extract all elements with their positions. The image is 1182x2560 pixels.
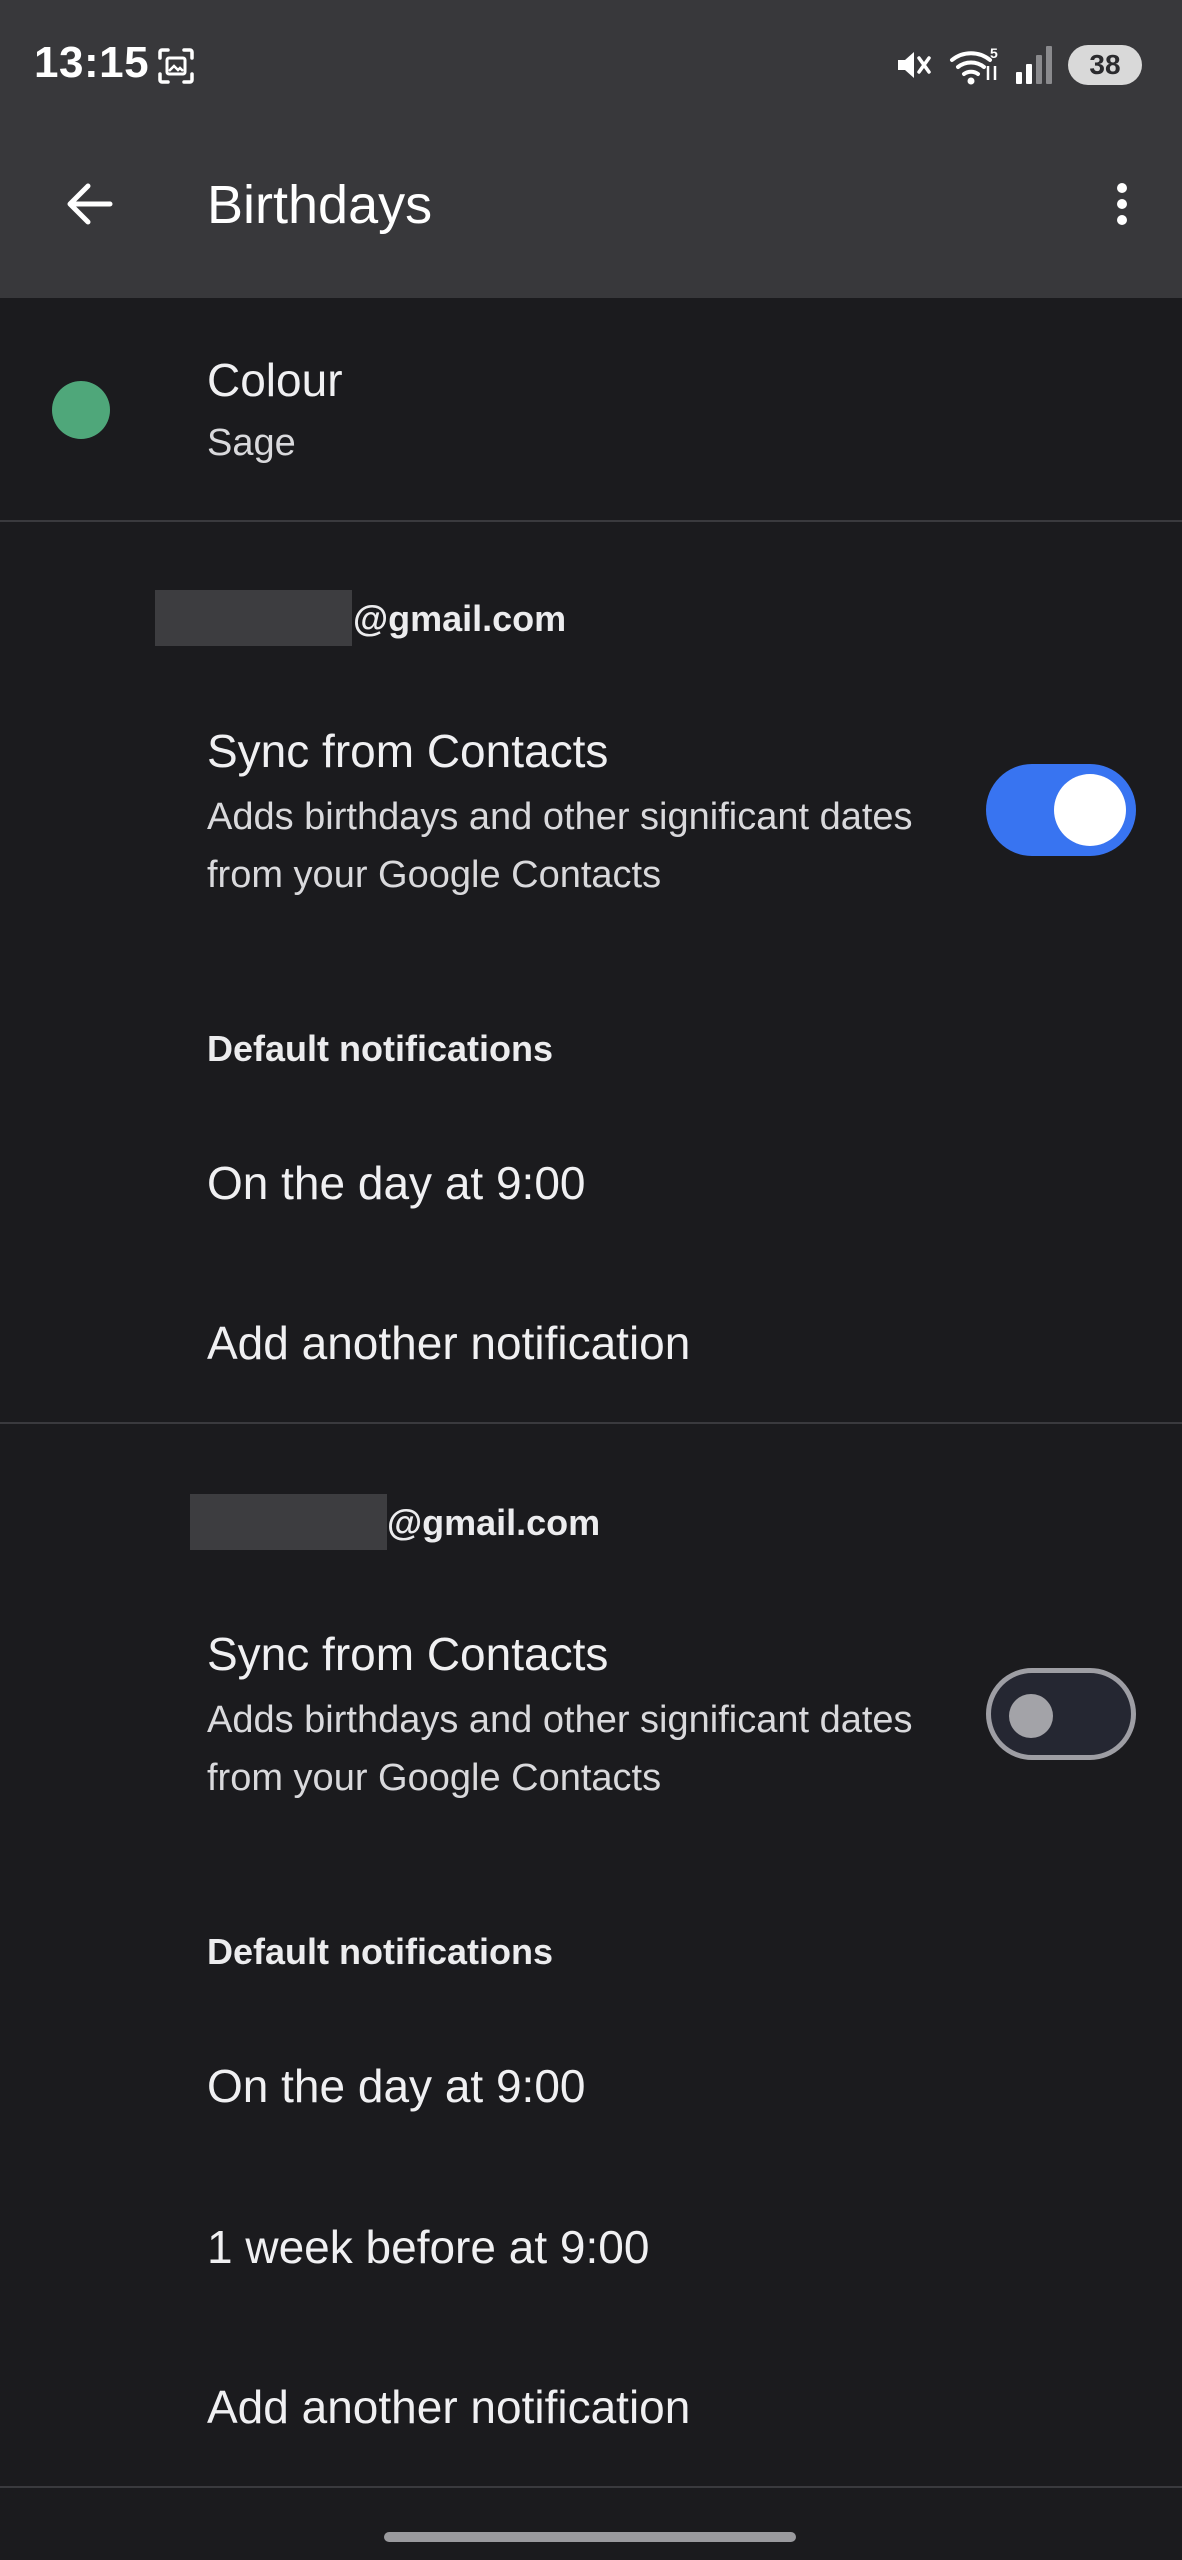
- redacted-email-username: [155, 590, 352, 646]
- add-notification-button[interactable]: Add another notification: [207, 1316, 690, 1370]
- signal-icon: [1016, 46, 1052, 84]
- more-vert-icon[interactable]: [1094, 176, 1150, 232]
- status-icons: 5 38: [892, 44, 1142, 86]
- account-email: @gmail.com: [353, 598, 567, 639]
- default-notifications-header: Default notifications: [207, 1028, 554, 1069]
- divider: [0, 1422, 1182, 1424]
- svg-text:5: 5: [990, 45, 998, 61]
- sync-toggle[interactable]: [986, 764, 1136, 856]
- sync-description: Adds birthdays and other significant dat…: [207, 796, 913, 896]
- divider: [0, 520, 1182, 522]
- navigation-handle[interactable]: [384, 2532, 796, 2542]
- battery-icon: 38: [1068, 45, 1142, 85]
- sync-toggle[interactable]: [986, 1668, 1136, 1760]
- toggle-knob: [1009, 1694, 1053, 1738]
- colour-value: Sage: [207, 422, 296, 464]
- top-app-bar: 13:15 5 38 Birthdays: [0, 0, 1182, 298]
- mute-icon: [898, 52, 931, 78]
- add-notification-button[interactable]: Add another notification: [207, 2380, 690, 2434]
- sync-description: Adds birthdays and other significant dat…: [207, 1699, 913, 1799]
- sync-title: Sync from Contacts: [207, 725, 609, 777]
- status-time: 13:15: [34, 38, 150, 87]
- divider: [0, 2486, 1182, 2488]
- colour-label: Colour: [207, 354, 343, 406]
- page-title: Birthdays: [207, 175, 433, 235]
- default-notifications-header: Default notifications: [207, 1931, 554, 1972]
- screenshot-icon: [158, 48, 194, 84]
- wifi-icon: 5: [950, 45, 998, 85]
- notification-item[interactable]: On the day at 9:00: [207, 1156, 586, 1210]
- toggle-knob: [1054, 774, 1126, 846]
- colour-swatch: [52, 381, 110, 439]
- account-email: @gmail.com: [387, 1502, 601, 1543]
- notification-item[interactable]: 1 week before at 9:00: [207, 2220, 649, 2274]
- redacted-email-username: [190, 1494, 387, 1550]
- sync-title: Sync from Contacts: [207, 1628, 609, 1680]
- back-arrow-icon[interactable]: [62, 176, 118, 232]
- notification-item[interactable]: On the day at 9:00: [207, 2059, 586, 2113]
